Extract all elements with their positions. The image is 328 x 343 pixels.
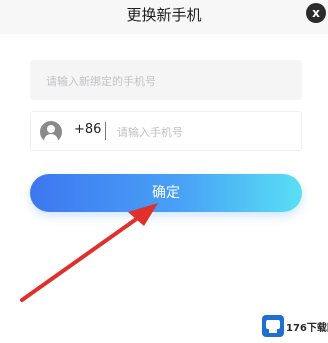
country-code[interactable]: +86 [74, 122, 101, 137]
dialog-header: 更换新手机 x [0, 0, 328, 34]
phone-input[interactable] [115, 121, 295, 143]
phone-field[interactable]: +86 [30, 111, 302, 151]
divider [105, 122, 106, 140]
site-watermark: 176下载网 [262, 313, 328, 339]
watermark-logo-icon [262, 315, 284, 337]
dialog-title: 更换新手机 [126, 6, 202, 24]
watermark-text: 176下载网 [286, 323, 328, 334]
new-phone-confirm-field[interactable] [30, 60, 302, 100]
user-icon [40, 121, 62, 143]
confirm-button[interactable]: 确定 [30, 174, 302, 212]
new-phone-confirm-input[interactable] [44, 70, 298, 92]
close-button[interactable]: x [306, 3, 326, 23]
red-arrow-annotation [20, 203, 158, 302]
